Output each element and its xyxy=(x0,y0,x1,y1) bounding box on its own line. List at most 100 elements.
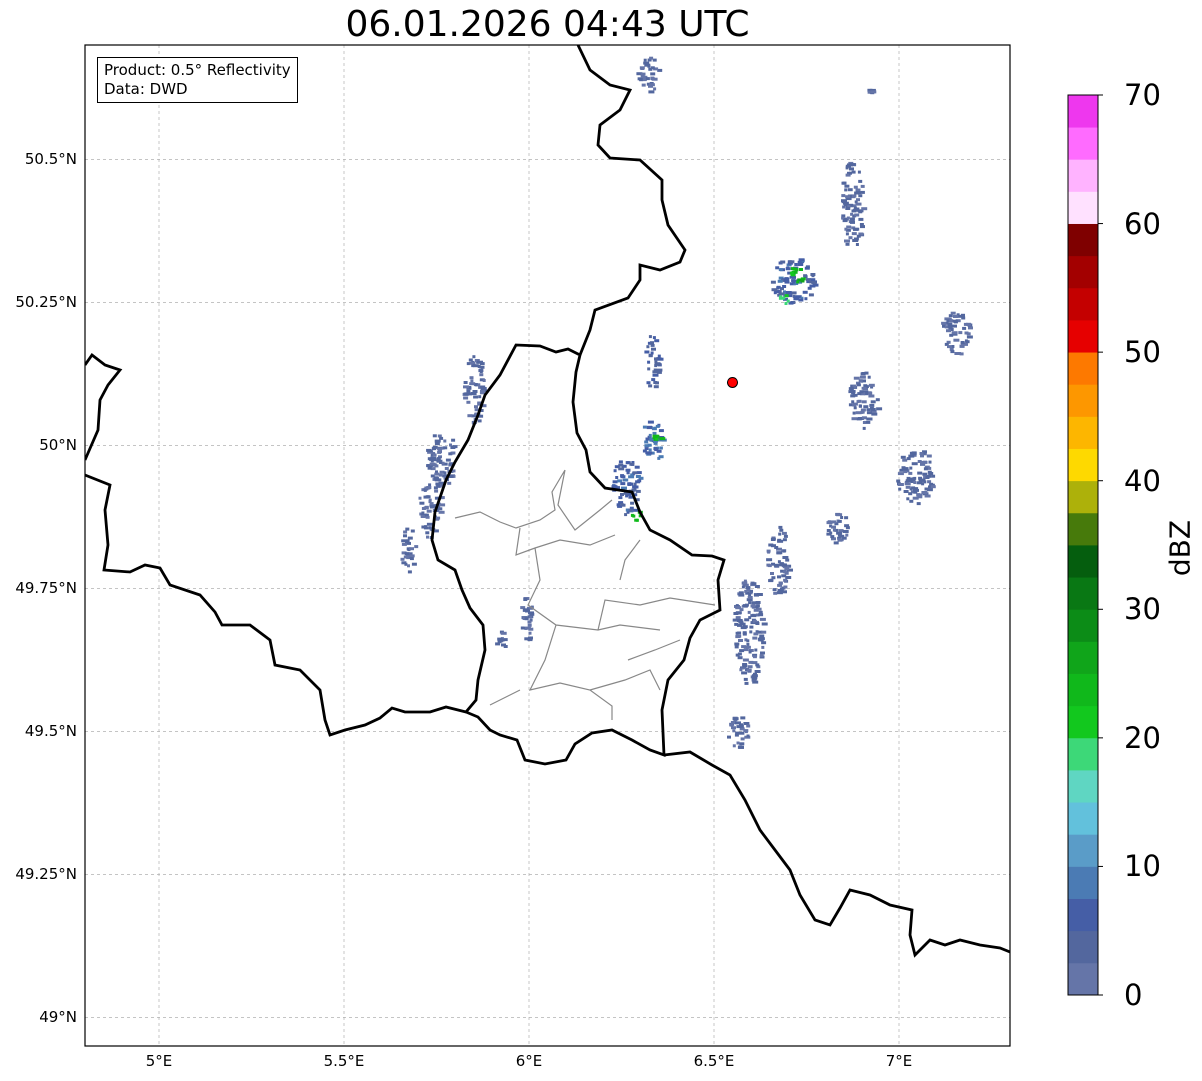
echo-pixel xyxy=(853,376,860,380)
echo-pixel xyxy=(906,497,910,501)
echo-pixel xyxy=(848,236,853,240)
echo-pixel xyxy=(727,735,731,739)
echo-pixel xyxy=(429,449,433,453)
echo-pixel xyxy=(466,400,471,404)
echo-pixel xyxy=(440,503,446,507)
colorbar-bin xyxy=(1068,512,1098,546)
echo-pixel xyxy=(447,481,452,485)
echo-pixel xyxy=(751,677,757,681)
echo-pixel xyxy=(732,717,739,721)
echo-pixel xyxy=(841,536,847,540)
echo-pixel xyxy=(761,630,767,634)
echo-pixel xyxy=(804,266,810,270)
echo-pixel xyxy=(651,347,656,351)
echo-pixel xyxy=(654,448,659,451)
echo-pixel xyxy=(527,638,533,642)
echo-pixel xyxy=(474,405,478,409)
echo-pixel xyxy=(649,56,654,60)
echo-pixel xyxy=(782,538,787,542)
echo-pixel xyxy=(774,546,779,549)
colorbar-bin xyxy=(1068,352,1098,385)
echo-pixel xyxy=(746,668,752,672)
echo-pixel xyxy=(737,745,744,749)
colorbar-bin xyxy=(1068,834,1098,867)
echo-pixel xyxy=(741,585,745,589)
echo-pixel xyxy=(616,503,621,507)
echo-pixel xyxy=(784,302,788,305)
echo-pixel xyxy=(740,716,746,720)
echo-pixel xyxy=(870,90,877,94)
echo-pixel xyxy=(615,476,619,479)
echo-pixel xyxy=(777,560,781,564)
echo-pixel xyxy=(917,493,921,497)
echo-pixel xyxy=(920,461,926,465)
echo-pixel xyxy=(753,632,759,636)
echo-pixel xyxy=(732,729,736,733)
echo-pixel xyxy=(848,390,854,394)
echo-pixel xyxy=(842,181,847,185)
lat-tick-label: 49.75°N xyxy=(15,579,77,598)
echo-pixel xyxy=(851,232,857,236)
echo-pixel xyxy=(857,392,862,396)
echo-pixel xyxy=(735,606,742,610)
echo-pixel xyxy=(768,579,774,583)
echo-pixel xyxy=(798,298,804,302)
echo-pixel xyxy=(783,585,788,589)
echo-pixel xyxy=(846,225,852,229)
echo-pixel xyxy=(466,362,470,366)
echo-pixel xyxy=(759,653,764,657)
echo-pixel xyxy=(902,458,908,462)
echo-pixel xyxy=(740,626,747,630)
echo-pixel xyxy=(947,345,952,349)
echo-pixel xyxy=(851,400,855,404)
echo-pixel xyxy=(857,399,862,403)
echo-pixel xyxy=(844,516,849,520)
echo-pixel xyxy=(639,78,644,82)
echo-pixel xyxy=(905,479,912,483)
lon-tick-label: 5.5°E xyxy=(323,1052,365,1070)
echo-pixel xyxy=(770,572,774,575)
echo-pixel xyxy=(952,324,957,328)
echo-pixel xyxy=(406,539,410,543)
lat-tick-label: 50°N xyxy=(39,436,77,455)
echo-pixel xyxy=(743,677,748,681)
echo-pixel xyxy=(437,447,443,451)
echo-pixel xyxy=(625,461,630,465)
echo-pixel xyxy=(648,354,653,358)
echo-pixel xyxy=(648,90,655,94)
echo-pixel xyxy=(503,645,508,648)
echo-pixel xyxy=(754,648,758,652)
echo-pixel xyxy=(958,331,963,335)
echo-pixel xyxy=(527,623,532,627)
echo-pixel xyxy=(645,77,650,81)
echo-pixel xyxy=(734,642,740,646)
echo-pixel xyxy=(772,588,777,592)
echo-pixel xyxy=(747,610,751,614)
colorbar-bin xyxy=(1068,770,1098,803)
echo-pixel xyxy=(919,452,924,455)
echo-pixel xyxy=(898,487,902,491)
lon-tick-label: 5°E xyxy=(145,1052,173,1070)
echo-pixel xyxy=(950,350,955,354)
echo-pixel xyxy=(749,630,753,634)
lat-tick-label: 49.5°N xyxy=(24,722,77,741)
echo-pixel xyxy=(782,556,789,559)
echo-pixel xyxy=(437,450,442,454)
echo-pixel xyxy=(911,462,918,466)
echo-pixel xyxy=(743,604,748,608)
echo-pixel xyxy=(738,639,743,642)
echo-pixel xyxy=(761,645,765,649)
echo-pixel xyxy=(735,616,741,620)
echo-pixel xyxy=(784,567,790,571)
echo-pixel xyxy=(642,425,647,429)
echo-pixel xyxy=(451,451,456,455)
echo-pixel xyxy=(739,649,745,653)
echo-pixel xyxy=(659,437,666,441)
echo-pixel xyxy=(626,471,630,474)
echo-pixel xyxy=(469,376,474,380)
echo-pixel xyxy=(773,291,777,295)
lat-tick-label: 50.25°N xyxy=(15,293,77,312)
echo-pixel xyxy=(921,482,925,486)
echo-pixel xyxy=(851,209,857,213)
echo-pixel xyxy=(911,452,917,456)
